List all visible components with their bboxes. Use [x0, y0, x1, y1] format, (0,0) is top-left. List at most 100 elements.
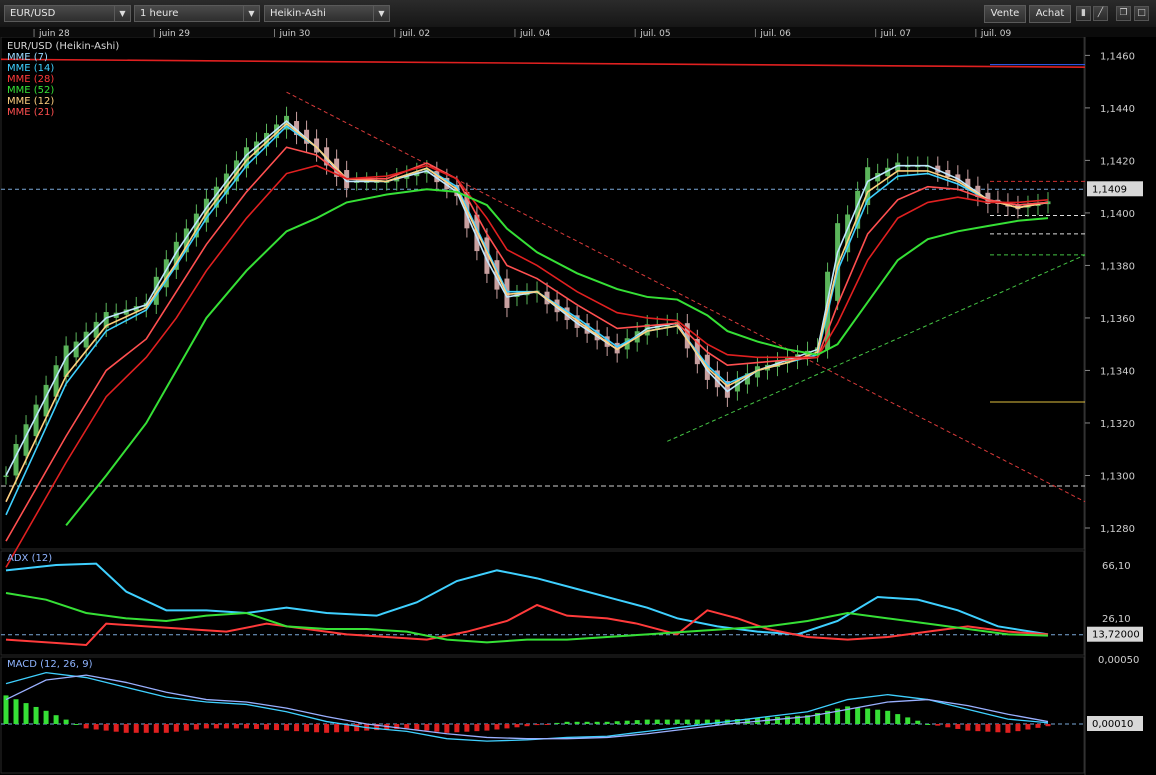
macd-histogram-bar	[73, 724, 79, 725]
macd-histogram-bar	[885, 710, 891, 724]
x-tick-label: juil. 05	[639, 29, 670, 39]
macd-histogram-bar	[925, 724, 931, 725]
x-tick-label: juin 28	[38, 29, 70, 39]
macd-histogram-bar	[444, 724, 450, 733]
x-tick-label: juil. 04	[519, 29, 551, 39]
sell-button[interactable]: Vente	[984, 5, 1026, 23]
macd-histogram-bar	[494, 724, 500, 730]
macd-histogram-bar	[1035, 724, 1041, 728]
macd-histogram-bar	[594, 721, 600, 724]
macd-panel-title: MACD (12, 26, 9)	[7, 659, 93, 670]
symbol-value: EUR/USD	[10, 8, 56, 19]
price-panel	[0, 36, 1085, 550]
buy-button[interactable]: Achat	[1029, 5, 1071, 23]
y-tick-label: 1,1400	[1100, 209, 1135, 220]
chart-style-value: Heikin-Ashi	[270, 8, 326, 19]
macd-histogram-bar	[434, 724, 440, 732]
chart-area: juin 28 juin 29 juin 30 juil. 02 juil. 04 jui…	[0, 27, 1156, 775]
x-tick-label: juil. 06	[759, 29, 791, 39]
x-tick-label: juil. 02	[399, 29, 430, 39]
maximize-icon[interactable]: □	[1134, 6, 1149, 21]
current-price-label: 1,1409	[1092, 184, 1127, 195]
macd-histogram-bar	[213, 724, 219, 729]
macd-histogram-bar	[143, 724, 149, 733]
y-tick-label: 1,1460	[1100, 51, 1135, 62]
symbol-select[interactable]: EUR/USD ▼	[4, 5, 131, 22]
macd-histogram-bar	[975, 724, 981, 732]
y-tick-label: 1,1420	[1100, 156, 1135, 167]
macd-histogram-bar	[243, 724, 249, 729]
macd-histogram-bar	[865, 708, 871, 724]
macd-histogram-bar	[584, 721, 590, 724]
macd-histogram-bar	[634, 720, 640, 724]
macd-histogram-bar	[985, 724, 991, 732]
y-tick-label: 1,1380	[1100, 261, 1135, 272]
legend-entry: MME (52)	[7, 85, 54, 96]
macd-histogram-bar	[304, 724, 310, 732]
y-tick-label: 1,1340	[1100, 366, 1135, 377]
macd-histogram-bar	[133, 724, 139, 733]
macd-histogram-bar	[314, 724, 320, 733]
legend-entry: MME (14)	[7, 63, 54, 74]
macd-histogram-bar	[414, 724, 420, 730]
macd-histogram-bar	[624, 720, 630, 724]
restore-window-icon[interactable]: ❐	[1116, 6, 1131, 21]
macd-histogram-bar	[644, 719, 650, 724]
macd-histogram-bar	[875, 709, 881, 724]
x-tick-label: juin 29	[158, 29, 190, 39]
x-tick-label: juil. 07	[880, 29, 911, 39]
macd-histogram-bar	[233, 724, 239, 729]
macd-histogram-bar	[674, 719, 680, 724]
y-tick-label: 1,1300	[1100, 471, 1135, 482]
macd-histogram-bar	[13, 699, 19, 724]
macd-histogram-bar	[464, 724, 470, 732]
legend-entry: MME (21)	[7, 107, 54, 118]
legend-entry: MME (12)	[7, 96, 54, 107]
draw-line-icon[interactable]: ╱	[1093, 6, 1108, 21]
macd-histogram-bar	[905, 717, 911, 724]
macd-histogram-bar	[654, 719, 660, 724]
macd-histogram-bar	[1015, 724, 1021, 732]
macd-histogram-bar	[955, 724, 961, 729]
timeframe-select[interactable]: 1 heure ▼	[134, 5, 260, 22]
chart-style-select[interactable]: Heikin-Ashi ▼	[264, 5, 390, 22]
x-tick-label: juil. 09	[980, 29, 1012, 39]
macd-histogram-bar	[895, 714, 901, 724]
macd-histogram-bar	[223, 724, 229, 729]
adx-tick-label: 26,10	[1102, 614, 1131, 625]
x-tick-label: juin 30	[279, 29, 311, 39]
macd-histogram-bar	[203, 724, 209, 729]
price-panel-title: EUR/USD (Heikin-Ashi)	[7, 41, 119, 52]
macd-histogram-bar	[264, 724, 269, 730]
macd-histogram-bar	[694, 719, 700, 724]
macd-histogram-bar	[33, 706, 39, 724]
bar-chart-icon[interactable]: ▮	[1076, 6, 1091, 21]
macd-histogram-bar	[995, 724, 1001, 733]
macd-histogram-bar	[123, 724, 129, 733]
macd-histogram-bar	[574, 721, 580, 724]
macd-histogram-bar	[23, 703, 29, 724]
macd-histogram-bar	[915, 720, 921, 724]
macd-histogram-bar	[664, 719, 670, 724]
adx-panel-title: ADX (12)	[7, 553, 52, 564]
timeframe-value: 1 heure	[140, 8, 179, 19]
macd-histogram-bar	[103, 724, 109, 731]
y-axis-ticks: 1,1460 1,1440 1,1420 1,1400 1,1380 1,1360 1,13…	[1085, 51, 1139, 666]
macd-current-label: 0,00010	[1092, 719, 1133, 730]
macd-histogram-bar	[965, 724, 971, 731]
macd-panel	[0, 656, 1085, 774]
y-tick-label: 1,1440	[1100, 104, 1135, 115]
macd-histogram-bar	[113, 724, 119, 732]
y-tick-label: 1,1280	[1100, 524, 1135, 535]
y-tick-label: 1,1320	[1100, 419, 1135, 430]
macd-histogram-bar	[1025, 724, 1031, 730]
macd-histogram-bar	[1045, 724, 1051, 727]
macd-tick-label: 0,00050	[1098, 655, 1139, 666]
macd-histogram-bar	[614, 721, 620, 724]
macd-histogram-bar	[354, 724, 360, 732]
legend-entry: MME (28)	[7, 74, 54, 85]
macd-histogram-bar	[774, 716, 780, 724]
macd-histogram-bar	[1005, 724, 1011, 733]
adx-current-label: 13,72000	[1092, 630, 1140, 641]
macd-histogram-bar	[424, 724, 430, 731]
